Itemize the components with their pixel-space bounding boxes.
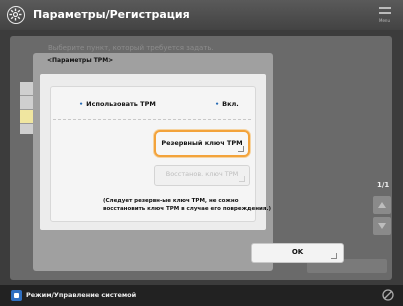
menu-label: Menu <box>379 18 390 23</box>
scroll-up-button[interactable] <box>373 196 391 214</box>
restore-tpm-key-button[interactable]: Восстанов. ключ TPM <box>154 165 250 186</box>
network-status-icon[interactable] <box>381 288 395 302</box>
use-tpm-value: • Вкл. <box>215 100 239 108</box>
corner-arrow-icon <box>239 176 245 182</box>
settings-gear-icon <box>7 6 25 24</box>
system-monitor-icon[interactable] <box>11 290 22 301</box>
status-bar-text[interactable]: Режим/Управление системой <box>26 291 136 299</box>
chevron-up-icon <box>378 202 386 208</box>
use-tpm-label: • Использовать TPM <box>79 100 156 108</box>
menu-icon[interactable]: Menu <box>379 7 395 23</box>
use-tpm-value-text: Вкл. <box>222 100 239 108</box>
chevron-down-icon <box>378 223 386 229</box>
restore-tpm-key-label: Восстанов. ключ TPM <box>165 170 239 178</box>
backup-note: (Следует резервн-ые ключ TPM, не сожно в… <box>103 198 271 212</box>
use-tpm-text: Использовать TPM <box>86 100 156 108</box>
bullet-icon: • <box>79 100 84 108</box>
backup-tpm-key-button[interactable]: Резервный ключ TPM <box>154 130 250 157</box>
page-title: Параметры/Регистрация <box>33 8 190 21</box>
page-indicator: 1/1 <box>377 181 390 189</box>
corner-arrow-icon <box>238 146 244 152</box>
ok-label: OK <box>291 248 304 256</box>
bullet-icon: • <box>215 100 220 108</box>
background-hint: Выберите пункт, который требуется задать… <box>48 44 214 52</box>
scroll-down-button[interactable] <box>373 217 391 235</box>
dialog-title: <Параметры TPM> <box>47 57 114 64</box>
enter-arrow-icon <box>331 253 337 259</box>
divider <box>53 119 251 120</box>
backup-tpm-key-label: Резервный ключ TPM <box>161 139 243 147</box>
ok-button[interactable]: OK <box>251 243 344 263</box>
